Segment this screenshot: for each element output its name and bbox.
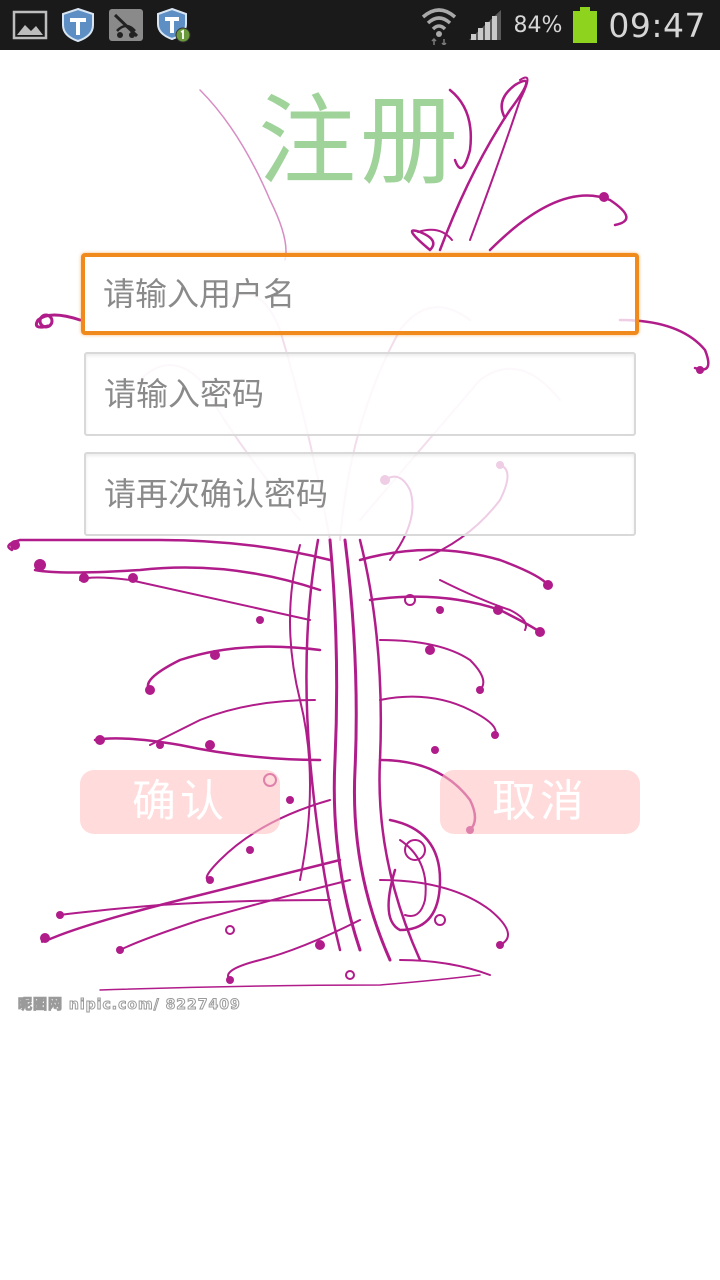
status-bar: 84% 09:47 [0,0,720,50]
register-screen: 84% 09:47 昵图网 nipic.com/ 8227409 注册 请输入用… [0,0,720,1280]
clock: 09:47 [608,5,706,45]
cancel-button[interactable]: 取消 [440,770,640,834]
gallery-icon [12,10,48,40]
cell-signal-icon [469,10,502,40]
shield-t-icon [62,7,94,43]
wifi-icon [422,8,457,45]
page-title: 注册 [257,85,462,199]
shield-t-update-icon [157,7,191,43]
password-input[interactable] [84,352,636,436]
notification-icons [12,6,192,44]
username-input[interactable] [81,253,639,335]
no-signal-app-icon [109,9,143,41]
confirm-button[interactable]: 确认 [80,770,280,834]
battery-icon [573,7,598,43]
status-indicators: 84% 09:47 [421,0,706,50]
watermark: 昵图网 nipic.com/ 8227409 [18,997,241,1014]
battery-percent: 84% [513,12,563,38]
confirm-password-input[interactable] [84,452,636,536]
